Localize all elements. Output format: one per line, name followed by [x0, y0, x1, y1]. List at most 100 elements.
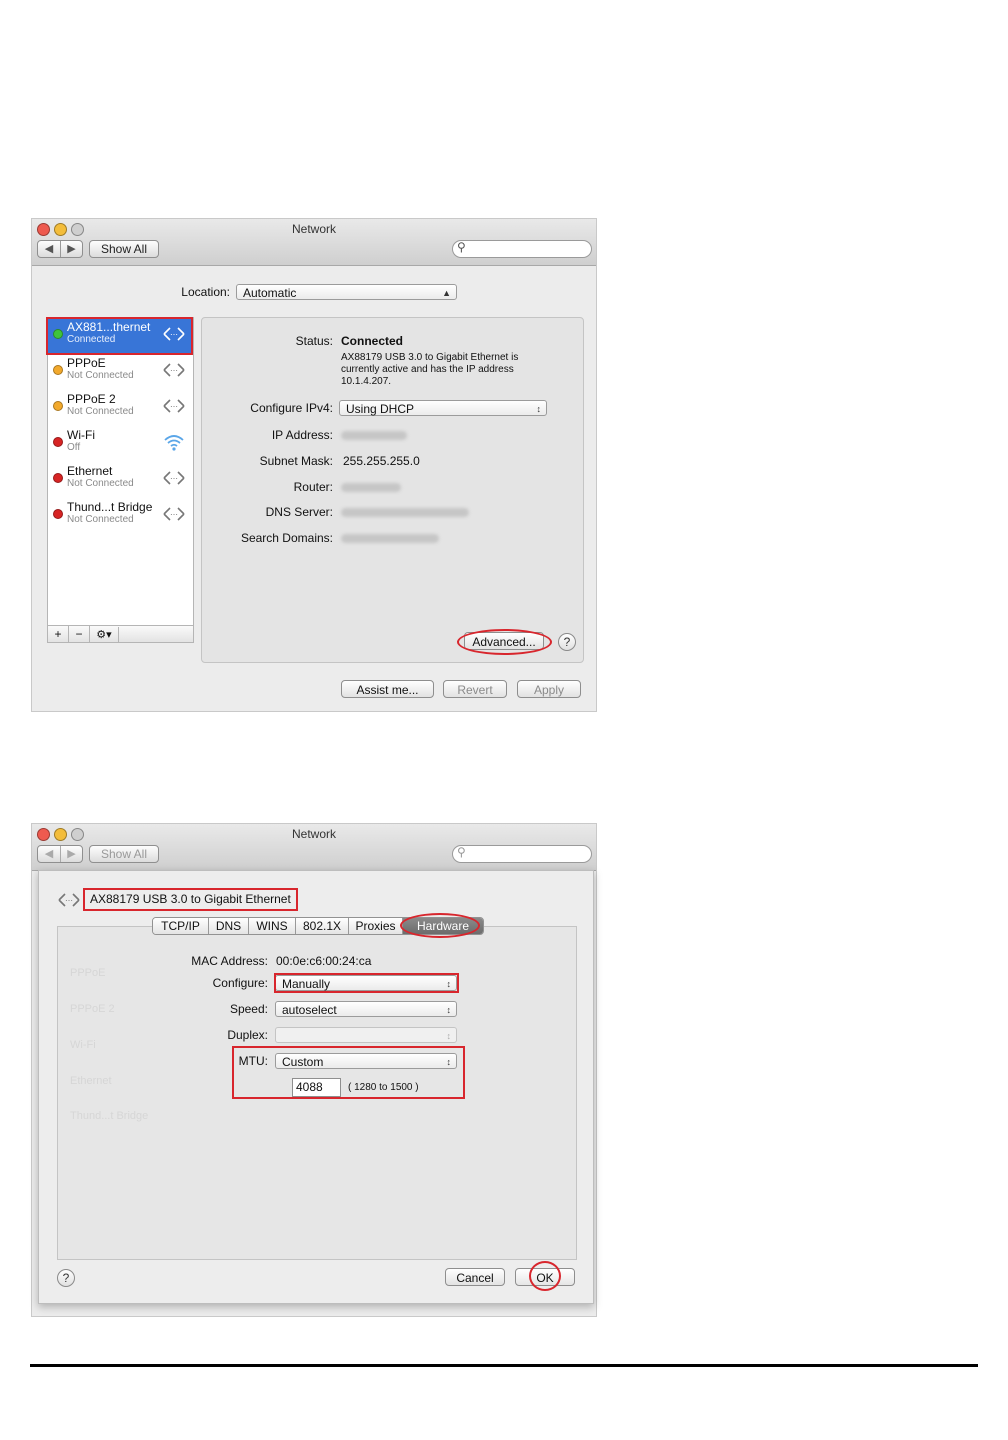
mac-address-label: MAC Address: — [191, 954, 268, 968]
status-dot — [53, 437, 63, 447]
duplex-popup[interactable]: ↕ — [275, 1027, 457, 1043]
service-name: Wi-Fi — [67, 428, 95, 442]
back-forward-buttons[interactable]: ◀ ▶ — [37, 240, 83, 258]
service-item-pppoe[interactable]: PPPoE Not Connected ⋯ — [48, 354, 192, 390]
assist-me-button[interactable]: Assist me... — [341, 680, 434, 698]
service-name: PPPoE — [67, 356, 106, 370]
background-ghost-bridge: Thund...t Bridge — [70, 1110, 149, 1122]
ethernet-icon: ⋯ — [163, 363, 185, 377]
status-dot — [53, 473, 63, 483]
dns-server-label: DNS Server: — [265, 505, 333, 519]
service-item-ethernet[interactable]: Ethernet Not Connected ⋯ — [48, 462, 192, 498]
popup-arrows-icon: ▲ — [442, 288, 451, 298]
ethernet-icon: ⋯ — [163, 471, 185, 485]
ethernet-icon: ⋯ — [163, 399, 185, 413]
forward-arrow-icon[interactable]: ▶ — [60, 241, 82, 257]
highlight-interface-name — [83, 888, 298, 911]
speed-label: Speed: — [229, 1002, 268, 1016]
apply-button[interactable]: Apply — [517, 680, 581, 698]
status-description-1: AX88179 USB 3.0 to Gigabit Ethernet is — [341, 352, 519, 363]
back-arrow-icon[interactable]: ◀ — [38, 846, 60, 862]
highlight-mtu — [232, 1046, 465, 1099]
service-item-pppoe-2[interactable]: PPPoE 2 Not Connected ⋯ — [48, 390, 192, 426]
service-name: Ethernet — [67, 464, 113, 478]
ip-address-label: IP Address: — [271, 428, 333, 442]
title-bar: Network ◀ ▶ Show All ⚲ — [32, 219, 596, 266]
show-all-button[interactable]: Show All — [89, 845, 159, 863]
background-ghost-ethernet: Ethernet — [70, 1075, 112, 1087]
service-status: Off — [67, 442, 81, 453]
service-item-wifi[interactable]: Wi-Fi Off — [48, 426, 192, 462]
popup-arrows-icon: ↕ — [446, 1005, 452, 1015]
ip-address-value-redacted — [341, 431, 407, 440]
search-domains-label: Search Domains: — [240, 531, 333, 545]
search-icon: ⚲ — [457, 240, 466, 254]
status-description-2: currently active and has the IP address — [341, 364, 514, 375]
router-value-redacted — [341, 483, 401, 492]
router-label: Router: — [293, 480, 333, 494]
wifi-icon — [164, 435, 184, 451]
svg-text:⋯: ⋯ — [65, 896, 73, 905]
hardware-sheet: ⋯ AX88179 USB 3.0 to Gigabit Ethernet PP… — [38, 870, 594, 1304]
remove-service-button[interactable]: − — [69, 626, 90, 642]
highlight-configure — [274, 973, 459, 993]
add-service-button[interactable]: + — [48, 626, 69, 642]
tab-wins[interactable]: WINS — [249, 918, 296, 934]
service-status: Not Connected — [67, 514, 134, 525]
ethernet-icon: ⋯ — [163, 507, 185, 521]
help-button[interactable]: ? — [558, 633, 576, 651]
mac-address-value: 00:0e:c6:00:24:ca — [276, 954, 372, 968]
revert-button[interactable]: Revert — [443, 680, 507, 698]
search-field[interactable]: ⚲ — [452, 240, 592, 258]
status-value: Connected — [341, 334, 404, 348]
forward-arrow-icon[interactable]: ▶ — [60, 846, 82, 862]
tab-dns[interactable]: DNS — [209, 918, 249, 934]
configure-ipv4-label: Configure IPv4: — [250, 401, 333, 415]
speed-value: autoselect — [282, 1003, 337, 1017]
tab-content-box: PPPoE PPPoE 2 Wi-Fi Ethernet Thund...t B… — [57, 926, 577, 1260]
popup-arrows-icon: ↕ — [446, 1031, 452, 1041]
status-dot — [53, 401, 63, 411]
status-description-3: 10.1.4.207. — [341, 376, 392, 387]
configure-ipv4-popup[interactable]: Using DHCP ↕ — [339, 400, 547, 416]
subnet-mask-label: Subnet Mask: — [259, 454, 333, 468]
back-arrow-icon[interactable]: ◀ — [38, 241, 60, 257]
search-field[interactable]: ⚲ — [452, 845, 592, 863]
window-title: Network — [291, 827, 336, 841]
back-forward-buttons[interactable]: ◀ ▶ — [37, 845, 83, 863]
gear-icon[interactable]: ⚙▾ — [90, 627, 119, 643]
svg-text:⋯: ⋯ — [170, 510, 178, 519]
status-dot — [53, 509, 63, 519]
service-status: Not Connected — [67, 478, 134, 489]
show-all-button[interactable]: Show All — [89, 240, 159, 258]
service-item-thunderbolt-bridge[interactable]: Thund...t Bridge Not Connected ⋯ — [48, 498, 192, 534]
search-domains-value-redacted — [341, 534, 439, 543]
detail-pane: Status: Connected AX88179 USB 3.0 to Gig… — [201, 317, 584, 663]
highlight-ok-button — [529, 1261, 561, 1291]
service-status: Not Connected — [67, 406, 134, 417]
help-button[interactable]: ? — [57, 1269, 75, 1287]
tab-proxies[interactable]: Proxies — [349, 918, 403, 934]
status-dot — [53, 365, 63, 375]
svg-text:⋯: ⋯ — [170, 474, 178, 483]
service-list[interactable]: AX881...thernet Connected ⋯ PPPoE Not Co… — [47, 317, 194, 643]
window-title: Network — [291, 222, 336, 236]
highlight-hardware-tab — [400, 913, 480, 938]
service-name: Thund...t Bridge — [67, 500, 153, 514]
location-value: Automatic — [243, 286, 297, 300]
location-popup[interactable]: Automatic ▲ — [236, 284, 457, 300]
speed-popup[interactable]: autoselect ↕ — [275, 1001, 457, 1017]
configure-ipv4-value: Using DHCP — [346, 402, 415, 416]
network-window-main: Network ◀ ▶ Show All ⚲ Location: Automati… — [31, 218, 597, 712]
popup-arrows-icon: ↕ — [536, 404, 542, 414]
tab-tcpip[interactable]: TCP/IP — [153, 918, 209, 934]
location-label: Location: — [181, 285, 230, 299]
highlight-advanced-button — [457, 629, 552, 655]
page-footer-rule — [30, 1364, 978, 1367]
subnet-mask-value: 255.255.255.0 — [343, 454, 420, 468]
cancel-button[interactable]: Cancel — [445, 1268, 505, 1286]
search-icon: ⚲ — [457, 845, 466, 859]
tab-8021x[interactable]: 802.1X — [296, 918, 349, 934]
svg-text:⋯: ⋯ — [170, 402, 178, 411]
configure-label: Configure: — [212, 976, 268, 990]
